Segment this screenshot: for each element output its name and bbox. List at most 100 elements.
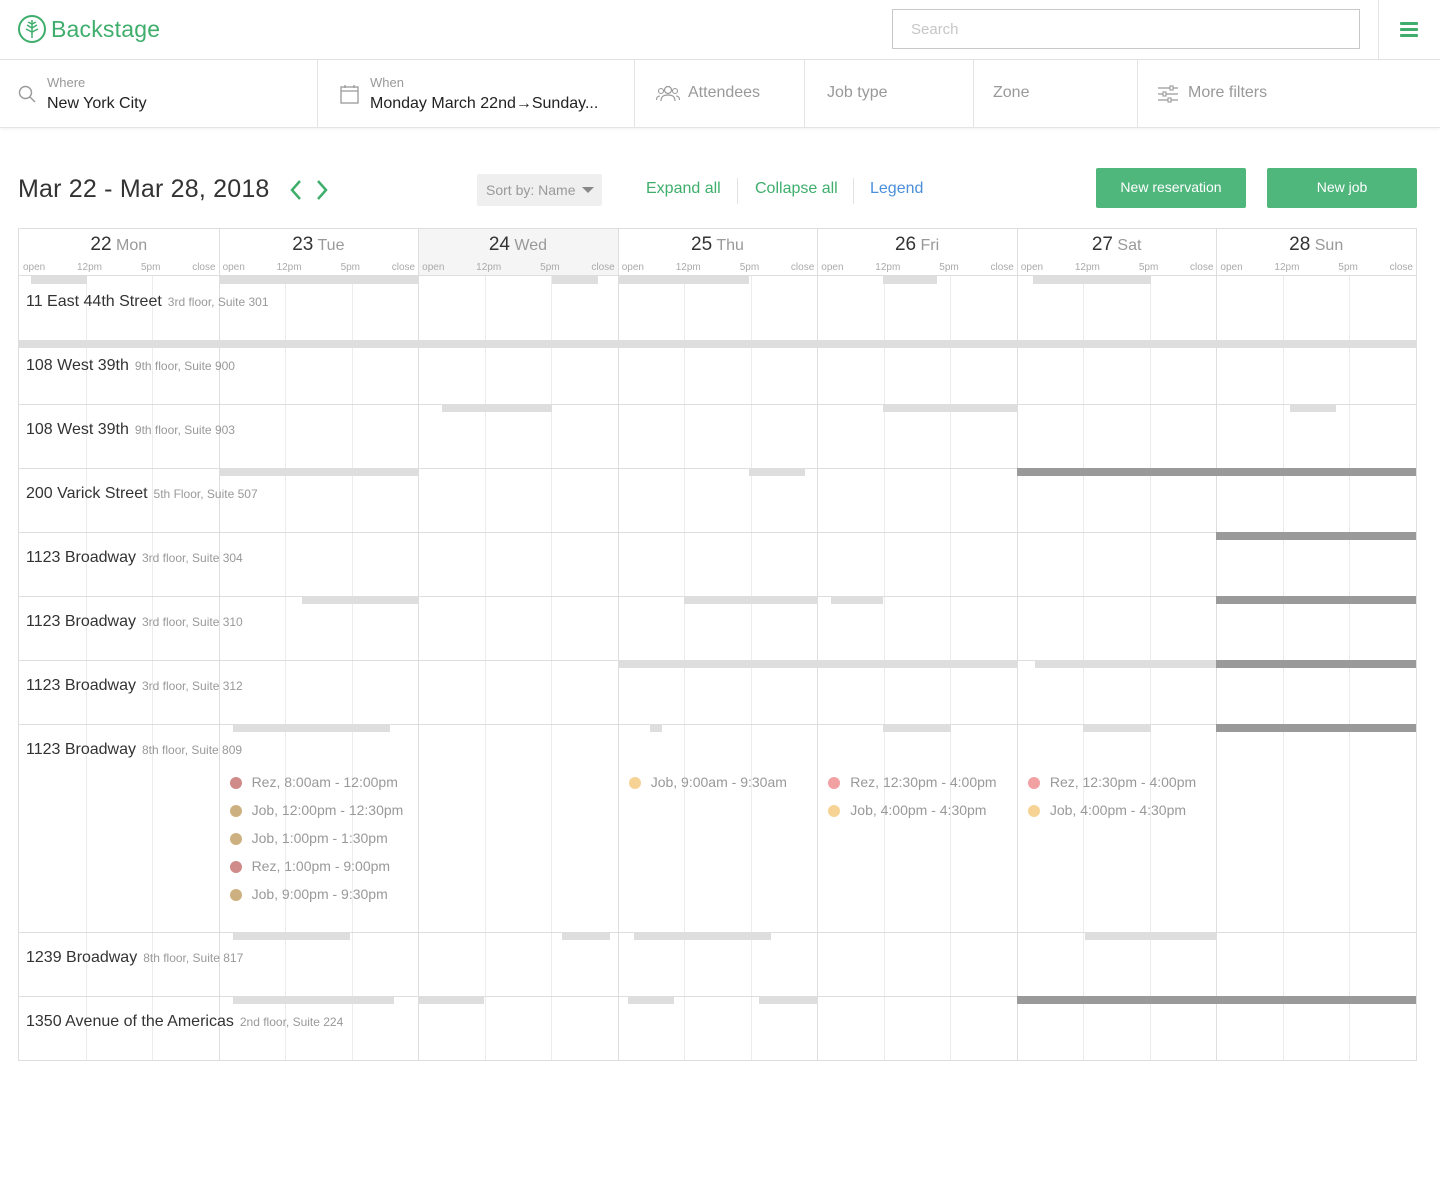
booking-bar[interactable] bbox=[1034, 660, 1217, 668]
booking-bar[interactable] bbox=[218, 468, 419, 476]
hamburger-menu-icon[interactable] bbox=[1400, 22, 1418, 38]
booking-bar[interactable] bbox=[683, 596, 818, 604]
location-label[interactable]: 1123 Broadway 3rd floor, Suite 312 bbox=[26, 677, 243, 695]
new-job-button[interactable]: New job bbox=[1267, 168, 1417, 208]
booking-bar[interactable] bbox=[1216, 596, 1416, 604]
booking-bar[interactable] bbox=[831, 596, 884, 604]
tick-label: open bbox=[222, 262, 245, 273]
booking-bar[interactable] bbox=[1216, 532, 1416, 540]
booking-bar[interactable] bbox=[883, 404, 1017, 412]
booking-bar[interactable] bbox=[627, 996, 674, 1004]
filter-bar: Where New York City When Monday March 22… bbox=[0, 60, 1440, 128]
booking-bar[interactable] bbox=[418, 996, 484, 1004]
booking-bar[interactable] bbox=[551, 276, 598, 284]
booking-bar[interactable] bbox=[232, 724, 391, 732]
filter-zone[interactable]: Zone bbox=[974, 60, 1138, 128]
filter-more-label: More filters bbox=[1188, 84, 1268, 101]
filter-more[interactable]: More filters bbox=[1138, 60, 1440, 128]
booking-bar[interactable] bbox=[561, 932, 610, 940]
booking-bar[interactable] bbox=[232, 996, 395, 1004]
filter-where[interactable]: Where New York City bbox=[0, 60, 318, 128]
day-divider bbox=[218, 229, 220, 1060]
day-divider bbox=[1216, 229, 1218, 1060]
tick-label: 12pm bbox=[1274, 262, 1300, 273]
filter-job-type[interactable]: Job type bbox=[805, 60, 974, 128]
location-label[interactable]: 1123 Broadway 3rd floor, Suite 304 bbox=[26, 549, 243, 567]
booking-bar[interactable] bbox=[232, 932, 351, 940]
day-header-sat: 27 Sat open 12pm 5pm close bbox=[1016, 229, 1217, 276]
booking-bar[interactable] bbox=[1084, 932, 1217, 940]
filter-when[interactable]: When Monday March 22nd→Sunday... bbox=[318, 60, 635, 128]
reservation-dot-icon bbox=[1027, 777, 1040, 789]
expand-all-link[interactable]: Expand all bbox=[646, 180, 721, 198]
day-header-fri: 26 Fri open 12pm 5pm close bbox=[817, 229, 1017, 276]
booking-bar[interactable] bbox=[1016, 996, 1416, 1004]
location-label[interactable]: 1123 Broadway 8th floor, Suite 809 bbox=[26, 741, 242, 759]
booking-bar[interactable] bbox=[617, 276, 750, 284]
divider bbox=[1378, 0, 1379, 60]
chevron-right-icon[interactable] bbox=[313, 178, 331, 202]
booking-bar[interactable] bbox=[218, 276, 419, 284]
booking-bar[interactable] bbox=[883, 276, 938, 284]
day-header-thu: 25 Thu open 12pm 5pm close bbox=[617, 229, 818, 276]
hour-gridline bbox=[85, 276, 87, 1060]
tick-label: 12pm bbox=[1074, 262, 1100, 273]
tick-label: close bbox=[391, 262, 416, 273]
event-text: Job, 1:00pm - 1:30pm bbox=[251, 830, 388, 846]
day-number: 28 bbox=[1289, 234, 1311, 255]
hour-gridline bbox=[152, 276, 154, 1060]
booking-bar[interactable] bbox=[759, 996, 818, 1004]
search-input[interactable] bbox=[892, 9, 1360, 49]
location-label[interactable]: 108 West 39th 9th floor, Suite 900 bbox=[26, 357, 235, 375]
location-suite: 5th Floor, Suite 507 bbox=[153, 487, 258, 501]
job-dot-icon bbox=[229, 805, 242, 817]
booking-bar[interactable] bbox=[19, 340, 1416, 348]
booking-bar[interactable] bbox=[30, 276, 87, 284]
location-label[interactable]: 1350 Avenue of the Americas 2nd floor, Su… bbox=[26, 1013, 343, 1031]
booking-bar[interactable] bbox=[649, 724, 662, 732]
location-name: 1350 Avenue of the Americas bbox=[26, 1013, 234, 1030]
booking-bar[interactable] bbox=[1216, 724, 1416, 732]
booking-bar[interactable] bbox=[442, 404, 552, 412]
filter-attendees[interactable]: Attendees bbox=[635, 60, 805, 128]
top-bar: Backstage bbox=[0, 0, 1440, 60]
time-ticks: open 12pm 5pm close bbox=[1017, 262, 1217, 274]
legend-link[interactable]: Legend bbox=[870, 180, 923, 198]
booking-bar[interactable] bbox=[749, 468, 806, 476]
location-label[interactable]: 11 East 44th Street 3rd floor, Suite 301 bbox=[26, 293, 269, 311]
calendar-grid: 22 Mon open 12pm 5pm close 23 Tue open 12pm 5pm c… bbox=[18, 228, 1417, 1061]
booking-bar[interactable] bbox=[1082, 724, 1151, 732]
booking-bar[interactable] bbox=[1290, 404, 1337, 412]
location-name: 200 Varick Street bbox=[26, 485, 148, 502]
app-logo[interactable]: Backstage bbox=[18, 15, 160, 43]
location-label[interactable]: 1239 Broadway 8th floor, Suite 817 bbox=[26, 949, 243, 967]
collapse-all-link[interactable]: Collapse all bbox=[755, 180, 838, 198]
booking-bar[interactable] bbox=[1016, 468, 1416, 476]
tick-label: open bbox=[1220, 262, 1243, 273]
job-dot-icon bbox=[828, 805, 841, 817]
location-name: 108 West 39th bbox=[26, 421, 129, 438]
event-text: Job, 9:00am - 9:30am bbox=[650, 774, 787, 790]
tick-label: close bbox=[192, 262, 216, 273]
booking-bar[interactable] bbox=[883, 724, 951, 732]
tick-label: open bbox=[821, 262, 844, 273]
sort-select[interactable]: Sort by: Name bbox=[477, 174, 602, 206]
chevron-left-icon[interactable] bbox=[287, 178, 305, 202]
booking-bar[interactable] bbox=[1032, 276, 1151, 284]
day-header-tue: 23 Tue open 12pm 5pm close bbox=[218, 229, 419, 276]
booking-bar[interactable] bbox=[617, 660, 1017, 668]
booking-bar[interactable] bbox=[302, 596, 419, 604]
booking-bar[interactable] bbox=[633, 932, 772, 940]
location-name: 1123 Broadway bbox=[26, 549, 136, 566]
location-label[interactable]: 108 West 39th 9th floor, Suite 903 bbox=[26, 421, 235, 439]
location-label[interactable]: 200 Varick Street 5th Floor, Suite 507 bbox=[26, 485, 258, 503]
event-text: Job, 4:00pm - 4:30pm bbox=[1049, 802, 1187, 818]
event-text: Rez, 8:00am - 12:00pm bbox=[251, 774, 398, 790]
booking-bar[interactable] bbox=[1216, 660, 1416, 668]
location-name: 11 East 44th Street bbox=[26, 293, 162, 310]
location-suite: 9th floor, Suite 903 bbox=[134, 423, 235, 437]
location-label[interactable]: 1123 Broadway 3rd floor, Suite 310 bbox=[26, 613, 243, 631]
new-reservation-button[interactable]: New reservation bbox=[1096, 168, 1246, 208]
tick-label: 5pm bbox=[1338, 262, 1358, 273]
row-divider bbox=[19, 724, 1416, 725]
